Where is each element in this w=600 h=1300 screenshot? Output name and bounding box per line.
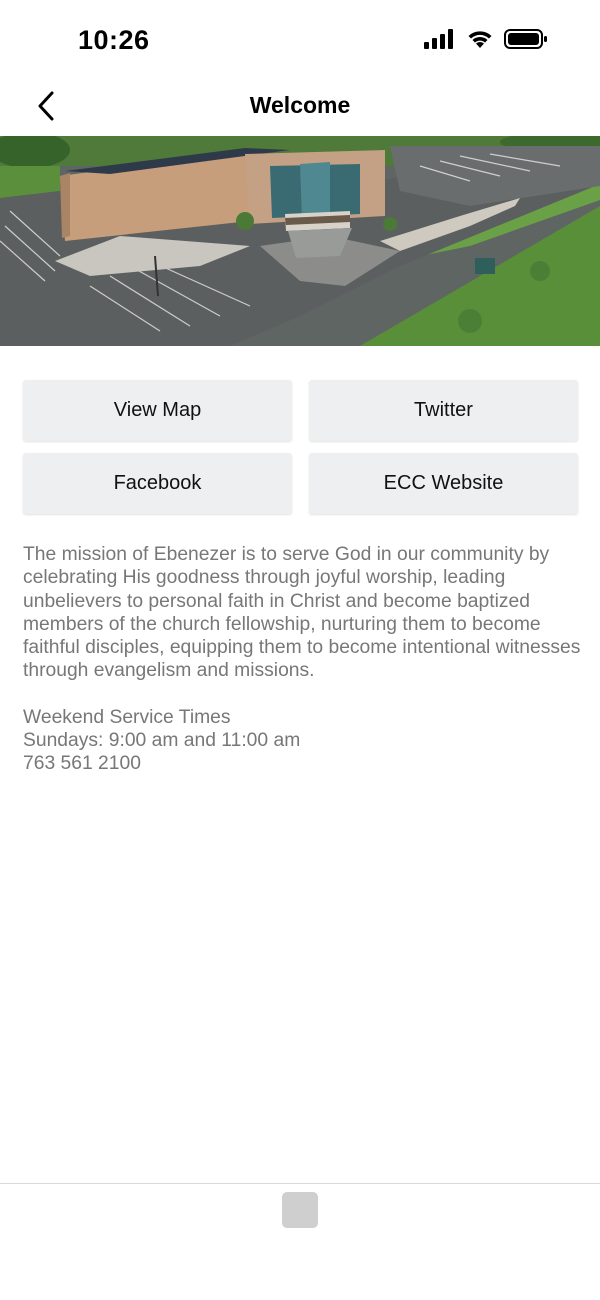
page-title: Welcome bbox=[249, 92, 351, 118]
tab-bar-item[interactable] bbox=[282, 1192, 318, 1228]
battery-icon bbox=[504, 28, 548, 55]
cellular-signal-icon bbox=[424, 28, 456, 54]
facebook-button[interactable]: Facebook bbox=[23, 453, 292, 514]
mission-statement: The mission of Ebenezer is to serve God … bbox=[23, 544, 581, 682]
status-icons bbox=[424, 28, 548, 54]
view-map-button[interactable]: View Map bbox=[23, 380, 292, 441]
church-hero-image bbox=[0, 136, 600, 346]
welcome-screen: 10:26 Welcome View Map Twitter Facebook … bbox=[0, 0, 600, 1300]
navigation-bar: Welcome bbox=[0, 80, 600, 136]
wifi-icon bbox=[466, 29, 494, 54]
phone-number[interactable]: 763 561 2100 bbox=[23, 752, 583, 775]
status-bar: 10:26 bbox=[0, 0, 600, 80]
twitter-button[interactable]: Twitter bbox=[309, 380, 578, 441]
welcome-description: The mission of Ebenezer is to serve God … bbox=[23, 543, 583, 776]
ecc-website-button[interactable]: ECC Website bbox=[309, 453, 578, 514]
status-time: 10:26 bbox=[78, 25, 150, 55]
service-times: Sundays: 9:00 am and 11:00 am bbox=[23, 730, 301, 752]
tab-bar-divider bbox=[0, 1183, 600, 1184]
service-heading: Weekend Service Times bbox=[23, 706, 231, 728]
